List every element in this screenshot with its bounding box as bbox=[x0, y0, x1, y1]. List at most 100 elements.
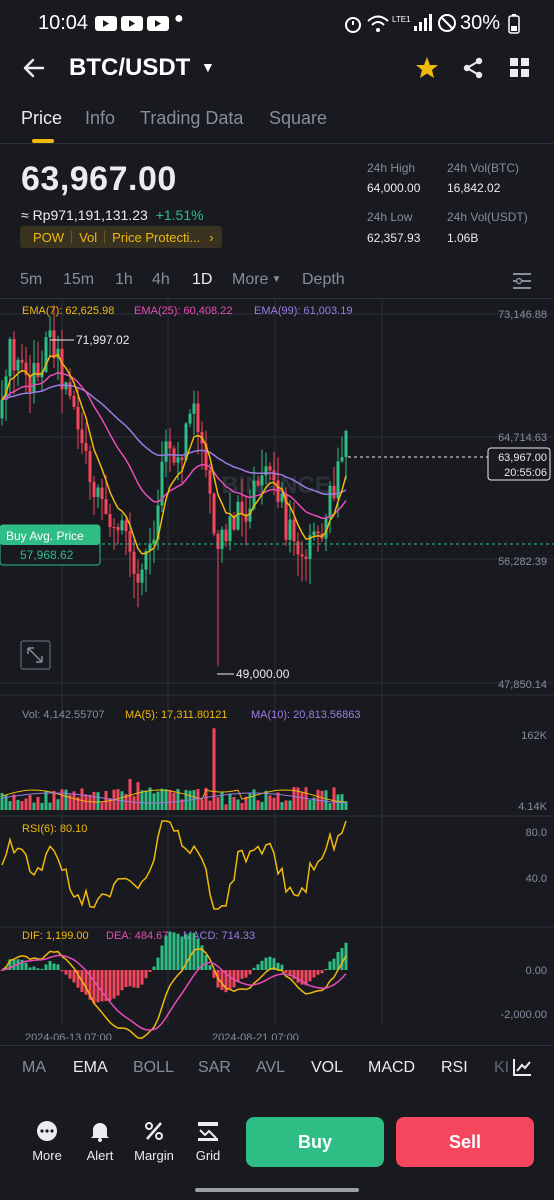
macd-histogram-bar bbox=[228, 970, 232, 989]
timeframe-1d[interactable]: 1D bbox=[192, 271, 212, 289]
pair-selector[interactable]: BTC/USDT ▼ bbox=[69, 54, 215, 82]
indicator-ma[interactable]: MA bbox=[22, 1059, 46, 1077]
timeframe-5m[interactable]: 5m bbox=[20, 271, 42, 289]
macd-histogram-bar bbox=[256, 964, 260, 970]
macd-histogram-bar bbox=[268, 956, 272, 970]
candle-body bbox=[8, 339, 12, 377]
volume-bar bbox=[24, 798, 28, 810]
nav-more[interactable]: More bbox=[17, 1120, 77, 1163]
buy-button[interactable]: Buy bbox=[246, 1117, 384, 1167]
tab-price[interactable]: Price bbox=[21, 108, 62, 129]
alarm-icon bbox=[345, 17, 361, 33]
candle-body bbox=[344, 430, 348, 458]
volume-bar bbox=[248, 793, 252, 810]
volume-bar bbox=[8, 801, 12, 810]
volume-bar bbox=[272, 797, 276, 810]
candle-body bbox=[128, 531, 132, 552]
timeframe-4h[interactable]: 4h bbox=[152, 271, 170, 289]
indicator-settings-icon[interactable] bbox=[512, 1058, 532, 1076]
candle-body bbox=[136, 573, 140, 583]
macd-histogram-bar bbox=[112, 970, 116, 999]
candle-body bbox=[176, 457, 180, 463]
candle-body bbox=[88, 451, 92, 482]
share-icon[interactable] bbox=[462, 57, 484, 79]
badge-pow[interactable]: POW bbox=[26, 230, 71, 245]
rsi-axis-mid: 40.0 bbox=[526, 873, 547, 885]
indicator-boll[interactable]: BOLL bbox=[133, 1059, 174, 1077]
date-label-2: 2024-08-21 07:00 bbox=[212, 1032, 299, 1040]
nav-margin[interactable]: Margin bbox=[124, 1120, 184, 1163]
candle-body bbox=[12, 339, 16, 371]
macd-histogram bbox=[0, 931, 348, 1004]
volume-bar bbox=[212, 728, 216, 810]
expand-icon[interactable] bbox=[20, 640, 51, 670]
macd-histogram-bar bbox=[116, 970, 120, 996]
macd-histogram-bar bbox=[164, 935, 168, 970]
indicator-vol[interactable]: VOL bbox=[311, 1059, 343, 1077]
candle-body bbox=[68, 382, 72, 396]
caret-down-icon: ▼ bbox=[201, 59, 215, 75]
macd-histogram-bar bbox=[148, 970, 152, 972]
volume-bar bbox=[328, 803, 332, 810]
kline-chart[interactable]: BINANCE 63,967.00 20:55:06 Buy Avg. Pric… bbox=[0, 300, 554, 1040]
volume-bar bbox=[92, 791, 96, 810]
macd-histogram-bar bbox=[320, 970, 324, 974]
volume-bar bbox=[132, 796, 136, 810]
back-arrow-icon[interactable] bbox=[22, 57, 46, 79]
candle-body bbox=[328, 485, 332, 519]
layout-grid-icon[interactable] bbox=[510, 58, 530, 78]
tab-info[interactable]: Info bbox=[85, 108, 115, 129]
low-label: 24h Low bbox=[367, 210, 413, 224]
nav-alert[interactable]: Alert bbox=[70, 1120, 130, 1163]
volume-bar bbox=[164, 789, 168, 810]
nav-grid[interactable]: Grid bbox=[178, 1120, 238, 1163]
volume-bar bbox=[324, 790, 328, 810]
badge-price-protection[interactable]: Price Protecti... bbox=[105, 230, 207, 245]
tab-trading-data[interactable]: Trading Data bbox=[140, 108, 243, 129]
timeframe-1h[interactable]: 1h bbox=[115, 271, 133, 289]
macd-histogram-bar bbox=[248, 970, 252, 975]
candle-body bbox=[116, 527, 120, 531]
volume-bar bbox=[160, 788, 164, 810]
badge-vol[interactable]: Vol bbox=[72, 230, 104, 245]
macd-histogram-bar bbox=[296, 970, 300, 983]
macd-histogram-bar bbox=[92, 970, 96, 1004]
indicator-macd[interactable]: MACD bbox=[368, 1059, 415, 1077]
volume-bar bbox=[308, 800, 312, 810]
macd-histogram-bar bbox=[68, 970, 72, 979]
battery-icon bbox=[508, 14, 520, 34]
candle-body bbox=[188, 413, 192, 424]
chart-settings-icon[interactable] bbox=[512, 272, 532, 290]
macd-histogram-bar bbox=[28, 967, 32, 970]
macd-histogram-bar bbox=[64, 970, 68, 975]
fiat-price: ≈ Rp971,191,131.23 bbox=[21, 207, 148, 223]
indicator-kdj[interactable]: KI bbox=[494, 1059, 509, 1077]
volume-bar bbox=[144, 790, 148, 810]
timeframe-depth[interactable]: Depth bbox=[302, 271, 345, 289]
indicator-rsi[interactable]: RSI bbox=[441, 1059, 468, 1077]
macd-dea-legend: DEA: 484.67 bbox=[106, 930, 168, 942]
timeframe-more[interactable]: More ▼ bbox=[232, 271, 281, 289]
macd-histogram-bar bbox=[280, 964, 284, 970]
date-label-1: 2024-06-13 07:00 bbox=[25, 1032, 112, 1040]
macd-histogram-bar bbox=[156, 957, 160, 970]
volume-bar bbox=[16, 799, 20, 810]
candle-body bbox=[276, 480, 280, 502]
indicator-sar[interactable]: SAR bbox=[198, 1059, 231, 1077]
candle-body bbox=[92, 481, 96, 498]
tag-badges[interactable]: POW Vol Price Protecti... › bbox=[20, 226, 222, 248]
timeframe-15m[interactable]: 15m bbox=[63, 271, 94, 289]
low-value: 62,357.93 bbox=[367, 231, 421, 245]
buy-avg-label: Buy Avg. Price bbox=[6, 529, 84, 543]
home-indicator[interactable] bbox=[195, 1188, 359, 1192]
indicator-ema[interactable]: EMA bbox=[73, 1059, 108, 1077]
favorite-star-icon[interactable] bbox=[415, 56, 439, 80]
volume-bar bbox=[332, 787, 336, 810]
macd-histogram-bar bbox=[308, 970, 312, 982]
volume-bar bbox=[64, 789, 68, 810]
ema7-legend: EMA(7): 62,625.98 bbox=[22, 305, 114, 317]
indicator-avl[interactable]: AVL bbox=[256, 1059, 285, 1077]
tab-square[interactable]: Square bbox=[269, 108, 327, 129]
sell-button[interactable]: Sell bbox=[396, 1117, 534, 1167]
more-dots-icon bbox=[37, 1121, 57, 1141]
